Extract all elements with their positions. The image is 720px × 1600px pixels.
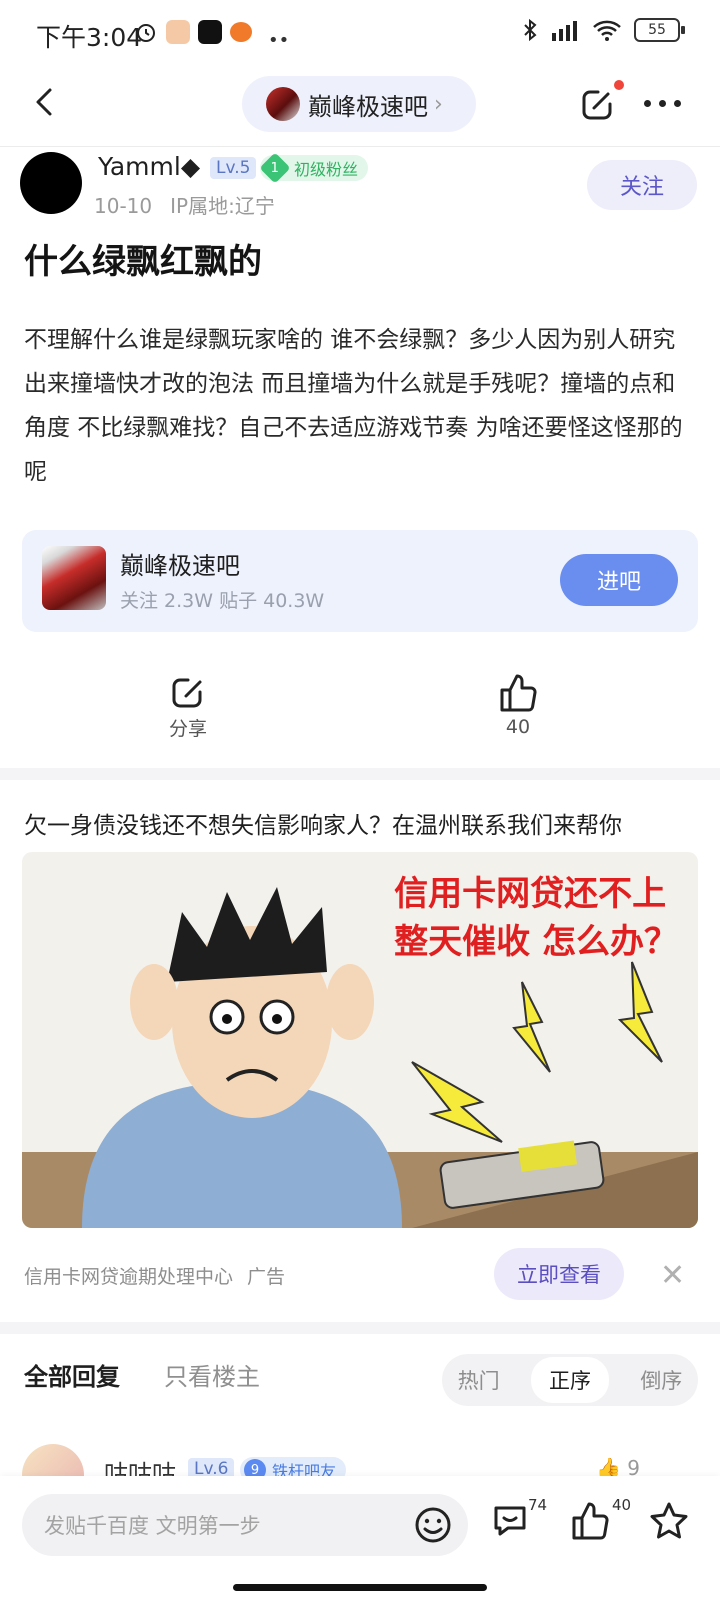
like-count: 40 [505, 716, 531, 738]
comment-icon [494, 1506, 526, 1536]
diamond-icon: ◆ [180, 152, 201, 181]
wifi-icon [593, 20, 621, 41]
post-meta: 10-10 IP属地:辽宁 [94, 190, 275, 219]
sort-hot[interactable]: 热门 [458, 1365, 500, 1395]
emoji-icon[interactable] [414, 1506, 452, 1544]
like-button[interactable]: 40 [478, 672, 558, 738]
ad-image-text-line1: 信用卡网贷还不上 [394, 874, 667, 914]
fan-level-number: 1 [270, 160, 280, 176]
sort-toggle: 热门 正序 倒序 [442, 1354, 698, 1406]
back-icon[interactable] [26, 82, 66, 122]
post-body: 不理解什么谁是绿飘玩家啥的 谁不会绿飘？多少人因为别人研究出来撞墙快才改的泡法 … [24, 327, 683, 485]
enter-forum-button[interactable]: 进吧 [560, 554, 678, 606]
ad-source-name: 信用卡网贷逾期处理中心 [24, 1266, 234, 1288]
app-notification-icon [166, 20, 190, 44]
section-divider [0, 1322, 720, 1334]
tiktok-icon [198, 20, 222, 44]
section-divider [0, 768, 720, 780]
fan-badge: 1 初级粉丝 [259, 152, 369, 184]
tab-all-replies[interactable]: 全部回复 [24, 1357, 120, 1392]
forum-card-name: 巅峰极速吧 [120, 552, 240, 580]
ad-image-text-line2: 整天催收 怎么办？ [394, 922, 678, 962]
ad-image[interactable]: 信用卡网贷还不上 整天催收 怎么办？ [22, 852, 698, 1228]
app-notification-icon [230, 22, 252, 42]
forum-pill-name: 巅峰极速吧 [308, 92, 428, 121]
bluetooth-icon [524, 18, 537, 42]
forum-card[interactable]: 巅峰极速吧 关注 2.3W 贴子 40.3W 进吧 [22, 530, 698, 632]
status-bar: 下午3:04 •• 55 [0, 0, 720, 64]
edit-icon[interactable] [578, 82, 620, 124]
star-icon [650, 1502, 688, 1539]
share-icon [172, 678, 202, 708]
top-navigation: 巅峰极速吧 › [0, 64, 720, 147]
post-ip: IP属地:辽宁 [170, 194, 275, 218]
comment-count: 74 [528, 1496, 548, 1514]
forum-card-thumbnail [42, 546, 106, 610]
comment-button[interactable] [490, 1500, 530, 1544]
tab-owner-only[interactable]: 只看楼主 [164, 1357, 260, 1392]
ad-image-text: 信用卡网贷还不上 整天催收 怎么办？ [394, 870, 678, 966]
chevron-right-icon: › [434, 91, 443, 117]
author-avatar[interactable] [20, 152, 82, 214]
more-icon[interactable] [644, 100, 681, 107]
status-time: 下午3:04 [36, 23, 143, 52]
fan-title: 初级粉丝 [294, 160, 359, 179]
post-title: 什么绿飘红飘的 [24, 242, 262, 282]
share-button[interactable]: 分享 [148, 672, 228, 741]
ad-cta-button[interactable]: 立即查看 [494, 1248, 624, 1300]
ad-source: 信用卡网贷逾期处理中心 广告 [24, 1262, 285, 1289]
share-label: 分享 [168, 718, 207, 740]
forum-avatar-icon [266, 87, 300, 121]
author-name[interactable]: Yamml◆ [98, 152, 200, 181]
sort-desc[interactable]: 倒序 [640, 1365, 682, 1395]
like-icon [572, 1502, 609, 1540]
ad-tag: 广告 [247, 1266, 286, 1288]
like-icon [500, 674, 537, 712]
sort-asc[interactable]: 正序 [530, 1357, 609, 1403]
reply-input[interactable]: 发贴千百度 文明第一步 [22, 1494, 468, 1556]
ad-title[interactable]: 欠一身债没钱还不想失信影响家人？在温州联系我们来帮你 [24, 806, 622, 840]
battery-indicator: 55 [634, 18, 685, 42]
more-notifications-icon: •• [268, 30, 290, 51]
alarm-icon [137, 24, 155, 42]
reply-tabs: 全部回复 只看楼主 [24, 1357, 260, 1392]
forum-card-stats: 关注 2.3W 贴子 40.3W [120, 590, 325, 612]
signal-icon [552, 21, 577, 41]
forum-pill-button[interactable]: 巅峰极速吧 › [242, 76, 476, 132]
bottom-like-button[interactable] [570, 1500, 610, 1546]
home-indicator[interactable] [233, 1584, 487, 1591]
notification-dot [614, 80, 624, 90]
close-icon[interactable]: ✕ [660, 1258, 685, 1293]
favorite-button[interactable] [648, 1500, 690, 1546]
follow-button[interactable]: 关注 [587, 160, 697, 210]
status-right: 55 [522, 18, 685, 42]
reply-input-placeholder: 发贴千百度 文明第一步 [44, 1514, 261, 1538]
post-date: 10-10 [94, 194, 153, 218]
author-level-badge: Lv.5 [210, 157, 257, 179]
bottom-like-count: 40 [612, 1496, 632, 1514]
